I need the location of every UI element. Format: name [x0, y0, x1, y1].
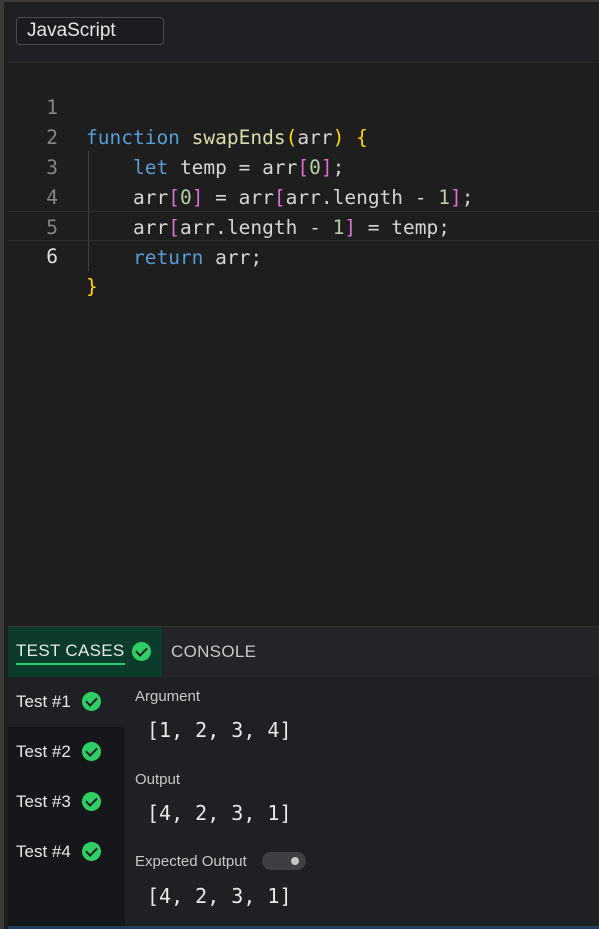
code-token: } — [86, 275, 98, 298]
language-select[interactable]: JavaScript — [16, 17, 164, 45]
code-text[interactable]: return arr; — [86, 243, 262, 273]
results-panel: TEST CASES CONSOLE Test #1 Test #2 Test … — [8, 626, 599, 929]
test-label: Test #1 — [16, 692, 71, 711]
test-label: Test #3 — [16, 792, 71, 811]
code-line[interactable]: 3 arr[0] = arr[arr.length - 1]; — [8, 123, 599, 209]
code-line[interactable]: 5 return arr; — [8, 183, 599, 269]
test-item-4[interactable]: Test #4 — [8, 827, 125, 877]
check-circle-icon — [82, 792, 101, 811]
test-item-2[interactable]: Test #2 — [8, 727, 125, 777]
app-frame: JavaScript 1 function swapEnds(arr) { 2 … — [0, 0, 599, 929]
code-line-active[interactable]: 6 } — [8, 211, 599, 298]
code-editor[interactable]: 1 function swapEnds(arr) { 2 let temp = … — [8, 63, 599, 626]
expected-output-label: Expected Output — [135, 853, 247, 870]
code-line[interactable]: 4 arr[arr.length - 1] = temp; — [8, 153, 599, 239]
test-item-3[interactable]: Test #3 — [8, 777, 125, 827]
check-circle-icon — [132, 642, 151, 661]
test-label: Test #4 — [16, 842, 71, 861]
code-line[interactable]: 1 function swapEnds(arr) { — [8, 63, 599, 149]
tab-test-cases[interactable]: TEST CASES — [8, 627, 162, 677]
test-item-1[interactable]: Test #1 — [8, 677, 125, 727]
output-label: Output — [135, 771, 181, 788]
test-list: Test #1 Test #2 Test #3 Test #4 — [8, 677, 125, 929]
code-text[interactable]: } — [86, 272, 98, 302]
expected-output-toggle[interactable] — [262, 852, 306, 870]
tab-test-cases-label: TEST CASES — [16, 641, 125, 665]
argument-label: Argument — [135, 688, 201, 705]
test-label: Test #2 — [16, 742, 71, 761]
code-token: return — [132, 246, 204, 269]
tab-console[interactable]: CONSOLE — [171, 642, 256, 662]
argument-value: [1, 2, 3, 4] — [147, 718, 292, 742]
line-number: 6 — [46, 245, 58, 268]
panel-tabs: TEST CASES CONSOLE — [8, 627, 599, 677]
code-line[interactable]: 2 let temp = arr[0]; — [8, 93, 599, 179]
expected-output-value: [4, 2, 3, 1] — [147, 884, 292, 908]
test-details: Argument [1, 2, 3, 4] Output [4, 2, 3, 1… — [125, 677, 599, 929]
editor-toolbar: JavaScript — [8, 4, 599, 63]
check-circle-icon — [82, 742, 101, 761]
check-circle-icon — [82, 842, 101, 861]
output-value: [4, 2, 3, 1] — [147, 801, 292, 825]
code-token: arr; — [203, 246, 263, 269]
check-circle-icon — [82, 692, 101, 711]
